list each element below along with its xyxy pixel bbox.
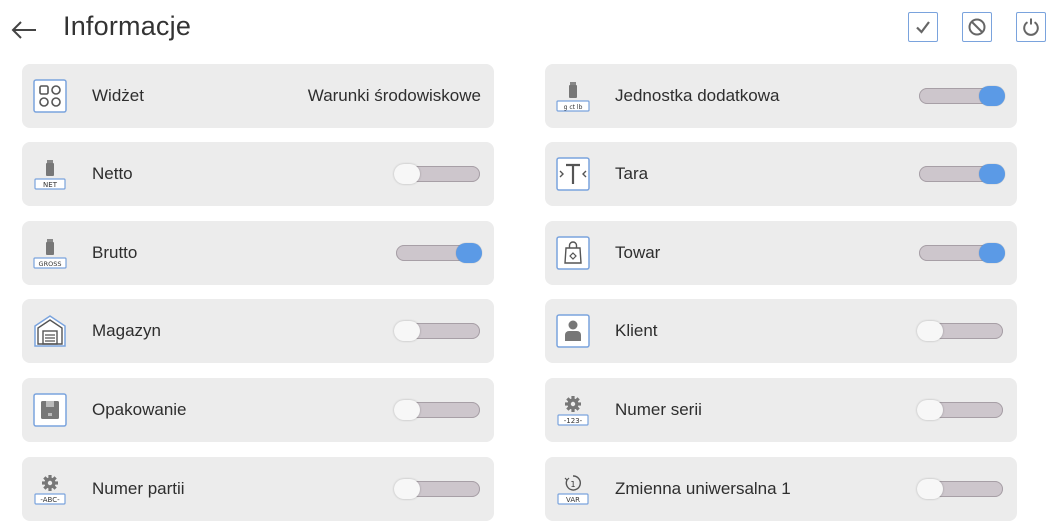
setting-opakowanie: Opakowanie <box>22 378 494 442</box>
numer-serii-toggle[interactable] <box>917 400 1003 420</box>
reset-button[interactable] <box>1016 12 1046 42</box>
magazyn-toggle[interactable] <box>394 321 480 341</box>
checkmark-icon <box>916 21 930 34</box>
svg-text:-ABC-: -ABC- <box>40 496 60 504</box>
setting-value: Warunki środowiskowe <box>307 86 481 105</box>
netto-toggle[interactable] <box>394 164 480 184</box>
toggle-knob <box>979 164 1005 184</box>
setting-magazyn: Magazyn <box>22 299 494 363</box>
svg-text:-123-: -123- <box>564 417 583 425</box>
cancel-button[interactable] <box>962 12 992 42</box>
setting-brutto: GROSS Brutto <box>22 221 494 285</box>
setting-label: Towar <box>615 243 661 262</box>
setting-label: Widżet <box>92 86 144 105</box>
page-title: Informacje <box>63 11 192 41</box>
setting-label: Tara <box>615 164 649 183</box>
weight-gross-icon: GROSS <box>33 236 67 270</box>
toggle-knob <box>917 479 943 499</box>
widget-grid-icon <box>33 79 67 113</box>
gear-123-icon: -123- <box>556 393 590 427</box>
setting-klient: Klient <box>545 299 1017 363</box>
setting-label: Magazyn <box>92 321 161 340</box>
client-person-icon <box>556 314 590 348</box>
towar-toggle[interactable] <box>919 243 1005 263</box>
toggle-knob <box>394 400 420 420</box>
tara-toggle[interactable] <box>919 164 1005 184</box>
setting-label: Brutto <box>92 243 138 262</box>
svg-text:1: 1 <box>570 480 575 489</box>
toggle-knob <box>394 479 420 499</box>
setting-zmienna-uniwersalna-1: 1 VAR Zmienna uniwersalna 1 <box>545 457 1017 521</box>
setting-label: Zmienna uniwersalna 1 <box>615 479 791 498</box>
setting-jednostka-dodatkowa: g ct lb Jednostka dodatkowa <box>545 64 1017 128</box>
setting-netto: NET Netto <box>22 142 494 206</box>
setting-widget[interactable]: Widżet Warunki środowiskowe <box>22 64 494 128</box>
back-arrow-icon[interactable] <box>8 14 40 46</box>
svg-text:VAR: VAR <box>566 496 580 504</box>
setting-label: Numer partii <box>92 479 185 498</box>
setting-label: Netto <box>92 164 133 183</box>
toggle-knob <box>456 243 482 263</box>
cancel-icon <box>968 18 986 36</box>
setting-label: Numer serii <box>615 400 702 419</box>
weight-net-icon: NET <box>33 157 67 191</box>
jednostka-dodatkowa-toggle[interactable] <box>919 86 1005 106</box>
toggle-knob <box>917 400 943 420</box>
warehouse-icon <box>33 314 67 348</box>
setting-numer-serii: -123- Numer serii <box>545 378 1017 442</box>
weight-unit-icon: g ct lb <box>556 79 590 113</box>
reset-icon <box>1023 18 1039 36</box>
numer-partii-toggle[interactable] <box>394 479 480 499</box>
header: Informacje <box>0 0 1053 60</box>
tare-icon <box>556 157 590 191</box>
toggle-knob <box>394 321 420 341</box>
gear-abc-icon: -ABC- <box>33 472 67 506</box>
zmienna-uniwersalna-toggle[interactable] <box>917 479 1003 499</box>
toggle-knob <box>394 164 420 184</box>
variable-one-icon: 1 VAR <box>556 472 590 506</box>
toggle-knob <box>979 86 1005 106</box>
opakowanie-toggle[interactable] <box>394 400 480 420</box>
setting-numer-partii: -ABC- Numer partii <box>22 457 494 521</box>
setting-label: Jednostka dodatkowa <box>615 86 780 105</box>
package-icon <box>33 393 67 427</box>
setting-tara: Tara <box>545 142 1017 206</box>
svg-text:NET: NET <box>43 181 58 189</box>
setting-label: Opakowanie <box>92 400 187 419</box>
svg-text:GROSS: GROSS <box>39 260 62 268</box>
toggle-knob <box>979 243 1005 263</box>
klient-toggle[interactable] <box>917 321 1003 341</box>
setting-label: Klient <box>615 321 658 340</box>
setting-towar: Towar <box>545 221 1017 285</box>
brutto-toggle[interactable] <box>396 243 482 263</box>
product-bag-icon <box>556 236 590 270</box>
toggle-knob <box>917 321 943 341</box>
confirm-button[interactable] <box>908 12 938 42</box>
svg-text:g ct lb: g ct lb <box>564 104 583 111</box>
